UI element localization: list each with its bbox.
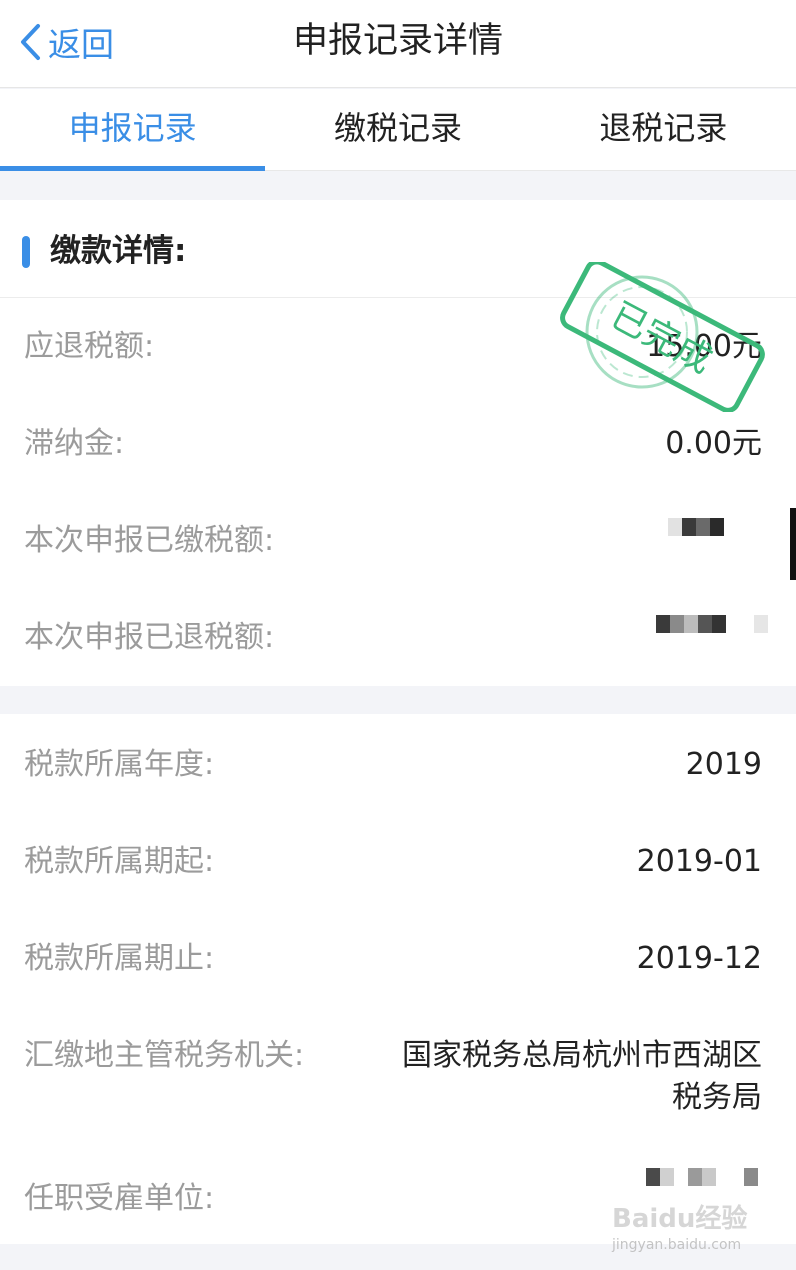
tax-authority-label: 汇缴地主管税务机关: xyxy=(24,1038,305,1073)
tax-period-card: 税款所属年度: 2019 税款所属期起: 2019-01 税款所属期止: 201… xyxy=(0,714,796,1244)
paid-tax-row: 本次申报已缴税额: xyxy=(0,492,796,589)
tab-refund-records[interactable]: 退税记录 xyxy=(531,89,796,170)
nav-bar: 返回 申报记录详情 xyxy=(0,0,796,88)
late-fee-label: 滞纳金: xyxy=(24,426,125,461)
refund-amount-row: 应退税额: 15.00元 xyxy=(0,298,796,395)
scrollbar[interactable] xyxy=(790,508,796,580)
tax-year-label: 税款所属年度: xyxy=(24,747,215,782)
refund-amount-value: 15.00元 xyxy=(646,329,762,364)
employer-label: 任职受雇单位: xyxy=(24,1181,215,1216)
redacted-value xyxy=(646,1168,758,1186)
section-accent-bar xyxy=(22,236,30,268)
period-end-label: 税款所属期止: xyxy=(24,941,215,976)
refunded-tax-row: 本次申报已退税额: xyxy=(0,589,796,686)
section-title: 缴款详情: xyxy=(50,233,187,269)
tab-declaration-records[interactable]: 申报记录 xyxy=(0,89,266,171)
refunded-tax-label: 本次申报已退税额: xyxy=(24,620,275,655)
period-end-row: 税款所属期止: 2019-12 xyxy=(0,908,796,1005)
late-fee-row: 滞纳金: 0.00元 xyxy=(0,395,796,492)
period-start-row: 税款所属期起: 2019-01 xyxy=(0,811,796,908)
redacted-value xyxy=(656,615,768,633)
period-start-value: 2019-01 xyxy=(636,844,762,879)
tab-bar: 申报记录 缴税记录 退税记录 xyxy=(0,89,796,171)
tax-authority-value: 国家税务总局杭州市西湖区税务局 xyxy=(402,1038,762,1115)
tab-payment-records[interactable]: 缴税记录 xyxy=(265,89,530,170)
redacted-value xyxy=(668,518,724,536)
section-header: 缴款详情: xyxy=(0,200,796,298)
refund-amount-label: 应退税额: xyxy=(24,329,155,364)
period-end-value: 2019-12 xyxy=(636,941,762,976)
payment-details-card: 缴款详情: 应退税额: 15.00元 滞纳金: 0.00元 本次申报已缴税额: … xyxy=(0,200,796,686)
period-start-label: 税款所属期起: xyxy=(24,844,215,879)
late-fee-value: 0.00元 xyxy=(665,426,762,461)
tax-year-row: 税款所属年度: 2019 xyxy=(0,714,796,811)
tax-year-value: 2019 xyxy=(685,747,762,782)
tax-authority-row: 汇缴地主管税务机关: 国家税务总局杭州市西湖区税务局 xyxy=(0,1005,796,1148)
paid-tax-label: 本次申报已缴税额: xyxy=(24,523,275,558)
page-title: 申报记录详情 xyxy=(292,21,503,61)
employer-row: 任职受雇单位: xyxy=(0,1148,796,1245)
